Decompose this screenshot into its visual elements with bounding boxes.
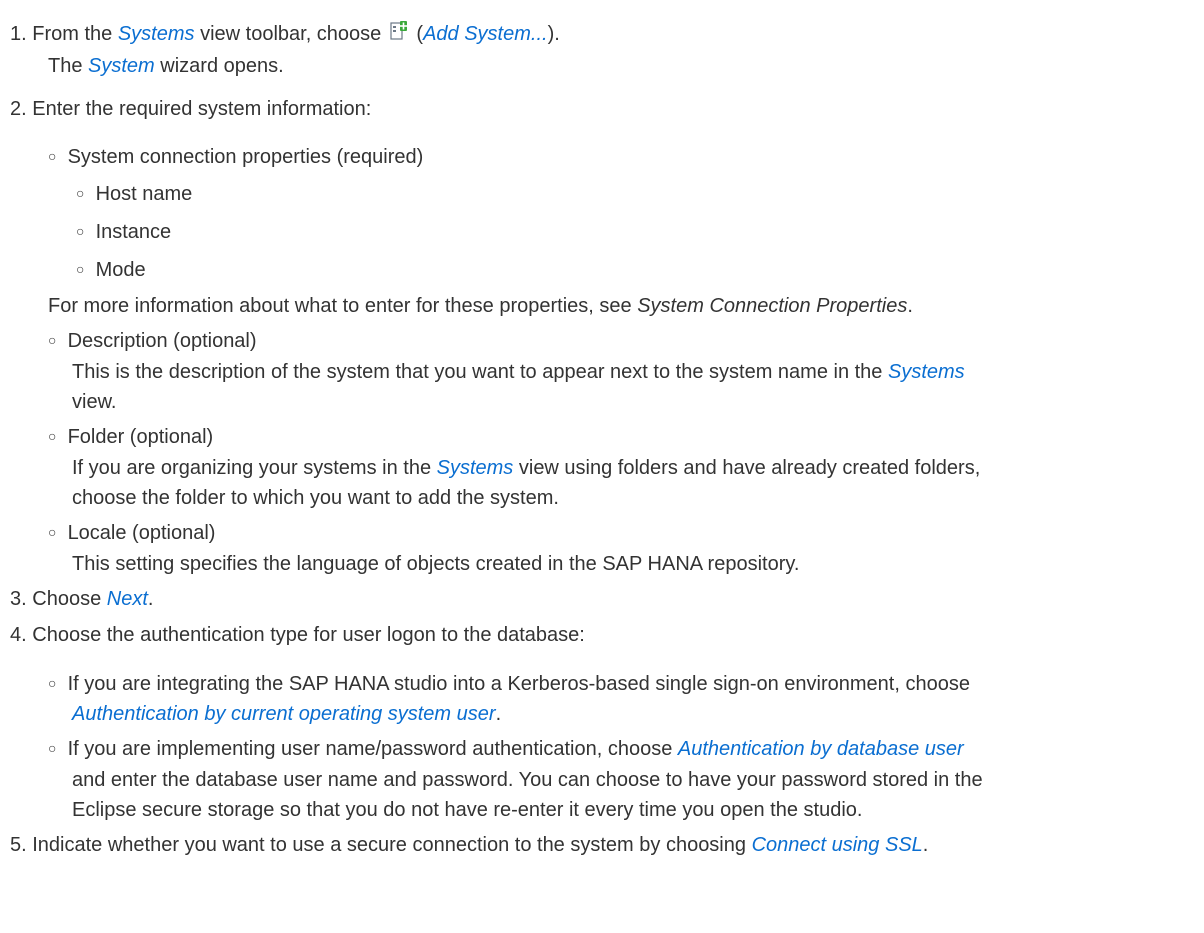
note-text: For more information about what to enter…	[48, 295, 638, 317]
step-number: 4.	[10, 624, 27, 646]
result-text: The	[48, 55, 89, 77]
desc-text: view.	[72, 391, 117, 413]
list-item-locale: ○ Locale (optional)	[48, 519, 215, 547]
step-text: .	[922, 834, 929, 856]
folder-text-line-2: choose the folder to which you want to a…	[72, 484, 559, 512]
folder-text-line-1: If you are organizing your systems in th…	[72, 454, 980, 482]
list-item-connection: ○ System connection properties (required…	[48, 143, 423, 171]
bullet-icon: ○	[48, 148, 57, 164]
step-number: 5.	[10, 834, 27, 856]
bullet-icon: ○	[48, 740, 57, 756]
list-item-folder: ○ Folder (optional)	[48, 423, 213, 451]
userpass-line-2: and enter the database user name and pas…	[72, 766, 983, 794]
systems-link[interactable]: Systems	[437, 457, 514, 479]
folder-text: view using folders and have already crea…	[513, 457, 981, 479]
systems-link[interactable]: Systems	[888, 361, 965, 383]
systems-link[interactable]: Systems	[118, 23, 195, 45]
sub-item-label: Host name	[95, 183, 193, 205]
step-number: 2.	[10, 98, 27, 120]
step-3: 3. Choose Next.	[10, 585, 153, 613]
locale-desc: This setting specifies the language of o…	[72, 553, 800, 575]
sub-item-label: Mode	[95, 259, 146, 281]
description-text-line-1: This is the description of the system th…	[72, 358, 965, 386]
note-text: .	[907, 295, 913, 317]
step-text: Enter the required system information:	[32, 98, 372, 120]
step-text: (	[410, 23, 424, 45]
next-link[interactable]: Next	[107, 588, 148, 610]
item-label: Locale (optional)	[67, 522, 216, 544]
item-text: If you are integrating the SAP HANA stud…	[67, 673, 970, 695]
step-number: 1.	[10, 23, 27, 45]
document-page: 1. From the Systems view toolbar, choose…	[0, 0, 1204, 933]
connection-properties-ref: System Connection Properties	[637, 295, 908, 317]
auth-db-user-link[interactable]: Authentication by database user	[678, 738, 964, 760]
step-1-result: The System wizard opens.	[48, 52, 284, 80]
connect-ssl-link[interactable]: Connect using SSL	[752, 834, 923, 856]
folder-text: choose the folder to which you want to a…	[72, 487, 559, 509]
connection-note: For more information about what to enter…	[48, 292, 913, 320]
item-text: Eclipse secure storage so that you do no…	[72, 799, 863, 821]
step-text: Choose	[32, 588, 107, 610]
step-number: 3.	[10, 588, 27, 610]
step-text: Indicate whether you want to use a secur…	[32, 834, 752, 856]
item-label: Description (optional)	[67, 330, 257, 352]
bullet-icon: ○	[48, 675, 57, 691]
bullet-icon: ○	[76, 223, 85, 239]
list-item-userpass: ○ If you are implementing user name/pass…	[48, 735, 964, 763]
userpass-line-3: Eclipse secure storage so that you do no…	[72, 796, 862, 824]
step-4: 4. Choose the authentication type for us…	[10, 621, 585, 649]
sub-item-instance: ○ Instance	[76, 218, 171, 246]
add-system-icon	[390, 20, 408, 44]
folder-text: If you are organizing your systems in th…	[72, 457, 437, 479]
auth-os-user-link[interactable]: Authentication by current operating syst…	[72, 703, 496, 725]
desc-text: This is the description of the system th…	[72, 361, 888, 383]
list-item-kerberos: ○ If you are integrating the SAP HANA st…	[48, 670, 970, 698]
bullet-icon: ○	[48, 332, 57, 348]
item-label: Folder (optional)	[67, 426, 214, 448]
step-text: view toolbar, choose	[194, 23, 387, 45]
list-item-description: ○ Description (optional)	[48, 327, 257, 355]
step-2: 2. Enter the required system information…	[10, 95, 371, 123]
bullet-icon: ○	[48, 428, 57, 444]
sub-item-mode: ○ Mode	[76, 256, 146, 284]
step-1: 1. From the Systems view toolbar, choose…	[10, 20, 560, 48]
item-label: System connection properties (required)	[67, 146, 424, 168]
kerberos-line-2: Authentication by current operating syst…	[72, 700, 501, 728]
bullet-icon: ○	[76, 185, 85, 201]
step-text: From the	[32, 23, 118, 45]
system-link[interactable]: System	[88, 55, 155, 77]
step-text: ).	[547, 23, 560, 45]
bullet-icon: ○	[76, 261, 85, 277]
step-5: 5. Indicate whether you want to use a se…	[10, 831, 928, 859]
result-text: wizard opens.	[154, 55, 284, 77]
item-text: and enter the database user name and pas…	[72, 769, 983, 791]
step-text: .	[147, 588, 154, 610]
bullet-icon: ○	[48, 524, 57, 540]
description-text-line-2: view.	[72, 388, 116, 416]
add-system-link[interactable]: Add System...	[423, 23, 548, 45]
item-text: .	[495, 703, 502, 725]
item-text: If you are implementing user name/passwo…	[67, 738, 678, 760]
locale-text: This setting specifies the language of o…	[72, 550, 799, 578]
sub-item-host: ○ Host name	[76, 180, 192, 208]
step-text: Choose the authentication type for user …	[32, 624, 585, 646]
sub-item-label: Instance	[95, 221, 172, 243]
